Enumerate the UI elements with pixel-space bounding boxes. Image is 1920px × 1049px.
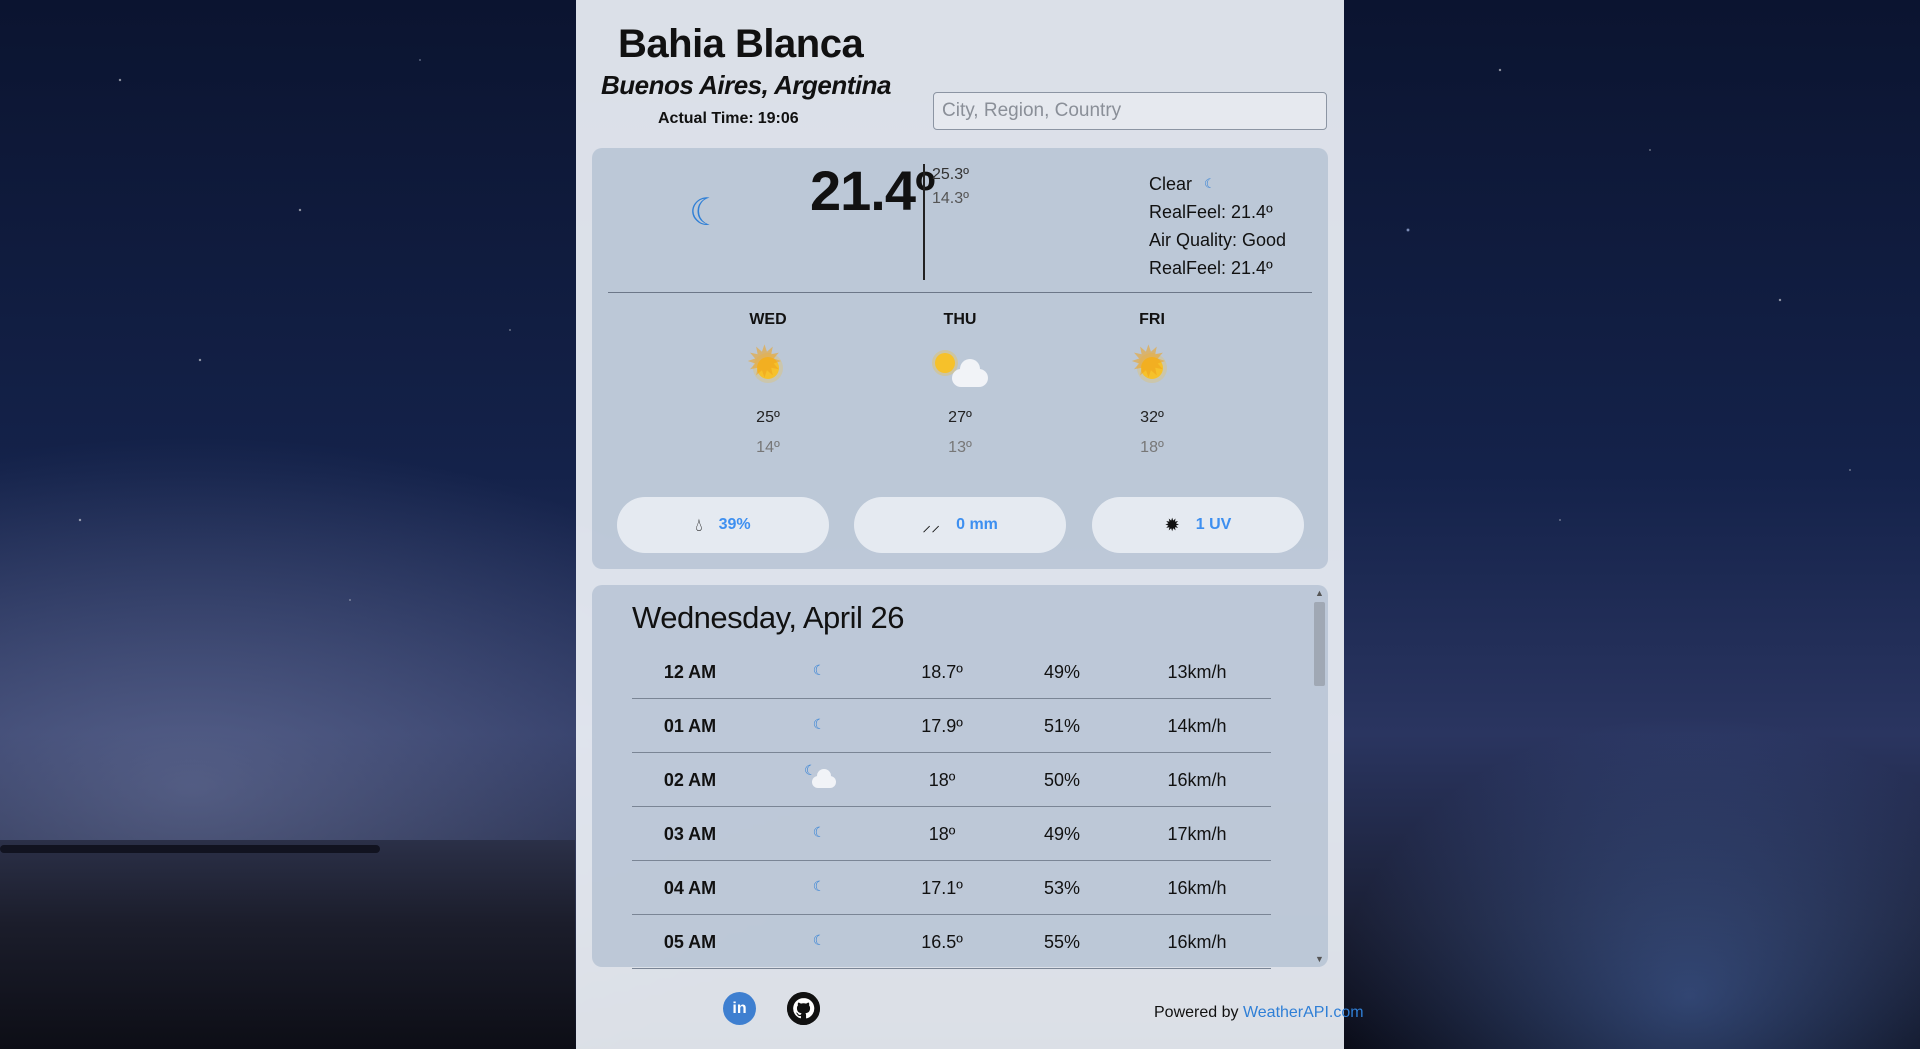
droplet-icon: 💧︎ <box>695 514 703 535</box>
search-input[interactable] <box>933 92 1327 130</box>
table-row: 03 AM ☾ 18º 49% 17km/h <box>632 807 1271 861</box>
divider-horizontal <box>608 292 1312 293</box>
hourly-date: Wednesday, April 26 <box>632 600 904 635</box>
scroll-down-arrow-icon[interactable]: ▼ <box>1315 954 1324 964</box>
hour-wind: 16km/h <box>1167 770 1227 790</box>
background-horizon <box>0 845 380 853</box>
divider-vertical <box>923 164 925 280</box>
max-temperature: 25.3º <box>932 166 969 183</box>
forecast-max: 27º <box>948 409 972 426</box>
background-shoreline <box>0 840 575 1049</box>
realfeel-secondary: RealFeel: 21.4º <box>1149 258 1273 278</box>
moon-icon: ☾ <box>812 716 826 732</box>
hourly-table: 12 AM ☾ 18.7º 49% 13km/h 01 AM ☾ 17.9º 5… <box>632 645 1271 969</box>
current-conditions: Clear ☾ RealFeel: 21.4º Air Quality: Good… <box>1149 170 1286 282</box>
hour-wind: 16km/h <box>1167 932 1227 952</box>
uv-pill: ✹ 1 UV <box>1092 497 1304 553</box>
moon-icon: ☾ <box>689 192 724 234</box>
hourly-scrollbar[interactable]: ▲ ▼ <box>1311 585 1328 967</box>
uv-value: 1 UV <box>1195 516 1232 533</box>
moon-icon: ☾ <box>1204 176 1216 191</box>
moon-icon: ☾ <box>812 932 826 948</box>
hour-time: 12 AM <box>663 662 717 682</box>
min-temperature: 14.3º <box>932 190 969 207</box>
region-name: Buenos Aires, Argentina <box>601 70 891 100</box>
hour-wind: 16km/h <box>1167 878 1227 898</box>
table-row: 05 AM ☾ 16.5º 55% 16km/h <box>632 915 1271 969</box>
hour-temp: 17.1º <box>921 878 963 898</box>
moon-icon: ☾ <box>812 662 826 678</box>
forecast-day: FRI 32º 18º <box>1107 311 1197 457</box>
forecast-min: 13º <box>948 439 972 456</box>
humidity-pill: 💧︎ 39% <box>617 497 829 553</box>
hour-temp: 18.7º <box>921 662 963 682</box>
github-icon[interactable] <box>787 992 820 1025</box>
hour-humidity: 49% <box>1043 662 1081 682</box>
forecast-min: 14º <box>756 439 780 456</box>
sun-cloud-icon <box>915 345 1005 395</box>
hour-temp: 18º <box>928 770 956 790</box>
forecast-max: 32º <box>1140 409 1164 426</box>
scroll-up-arrow-icon[interactable]: ▲ <box>1315 588 1324 598</box>
table-row: 01 AM ☾ 17.9º 51% 14km/h <box>632 699 1271 753</box>
moon-icon: ☾ <box>812 878 826 894</box>
weatherapi-link[interactable]: WeatherAPI.com <box>1243 1004 1364 1021</box>
forecast-day-name: THU <box>943 311 977 328</box>
city-name: Bahia Blanca <box>618 22 864 66</box>
scrollbar-thumb[interactable] <box>1314 602 1325 686</box>
actual-time-label: Actual Time: <box>658 110 754 127</box>
actual-time: Actual Time: 19:06 <box>654 110 799 128</box>
humidity-value: 39% <box>718 516 751 533</box>
forecast-min: 18º <box>1140 439 1164 456</box>
condition-text: Clear <box>1149 174 1193 194</box>
hour-time: 04 AM <box>663 878 717 898</box>
powered-by: Powered by WeatherAPI.com <box>1154 1004 1364 1022</box>
hour-wind: 13km/h <box>1167 662 1227 682</box>
hour-humidity: 51% <box>1043 716 1081 736</box>
hour-wind: 14km/h <box>1167 716 1227 736</box>
realfeel: RealFeel: 21.4º <box>1149 202 1273 222</box>
forecast-day-name: FRI <box>1139 311 1165 328</box>
hour-temp: 18º <box>928 824 956 844</box>
table-row: 12 AM ☾ 18.7º 49% 13km/h <box>632 645 1271 699</box>
sun-outline-icon: ✹ <box>1164 514 1180 535</box>
actual-time-value: 19:06 <box>757 110 799 127</box>
hour-time: 01 AM <box>663 716 717 736</box>
hour-humidity: 50% <box>1043 770 1081 790</box>
hour-time: 05 AM <box>663 932 717 952</box>
precipitation-pill: ⸝⸝ 0 mm <box>854 497 1066 553</box>
powered-label: Powered by <box>1154 1004 1239 1021</box>
sun-icon <box>723 341 813 395</box>
precipitation-value: 0 mm <box>956 516 998 533</box>
forecast-day-name: WED <box>749 311 787 328</box>
forecast-day: WED 25º 14º <box>723 311 813 457</box>
hour-time: 02 AM <box>663 770 717 790</box>
table-row: 02 AM ☾ 18º 50% 16km/h <box>632 753 1271 807</box>
hour-time: 03 AM <box>663 824 717 844</box>
hour-wind: 17km/h <box>1167 824 1227 844</box>
linkedin-icon[interactable]: in <box>723 992 756 1025</box>
forecast-max: 25º <box>756 409 780 426</box>
moon-icon: ☾ <box>812 824 826 840</box>
sun-icon <box>1107 341 1197 395</box>
hour-temp: 16.5º <box>921 932 963 952</box>
forecast-day: THU 27º 13º <box>915 311 1005 457</box>
hour-humidity: 53% <box>1043 878 1081 898</box>
rain-drops-icon: ⸝⸝ <box>922 515 941 535</box>
table-row: 04 AM ☾ 17.1º 53% 16km/h <box>632 861 1271 915</box>
hour-temp: 17.9º <box>921 716 963 736</box>
moon-cloud-icon: ☾ <box>804 762 836 799</box>
hour-humidity: 55% <box>1043 932 1081 952</box>
current-temperature: 21.4º <box>810 159 935 222</box>
air-quality: Air Quality: Good <box>1149 230 1287 250</box>
hour-humidity: 49% <box>1043 824 1081 844</box>
